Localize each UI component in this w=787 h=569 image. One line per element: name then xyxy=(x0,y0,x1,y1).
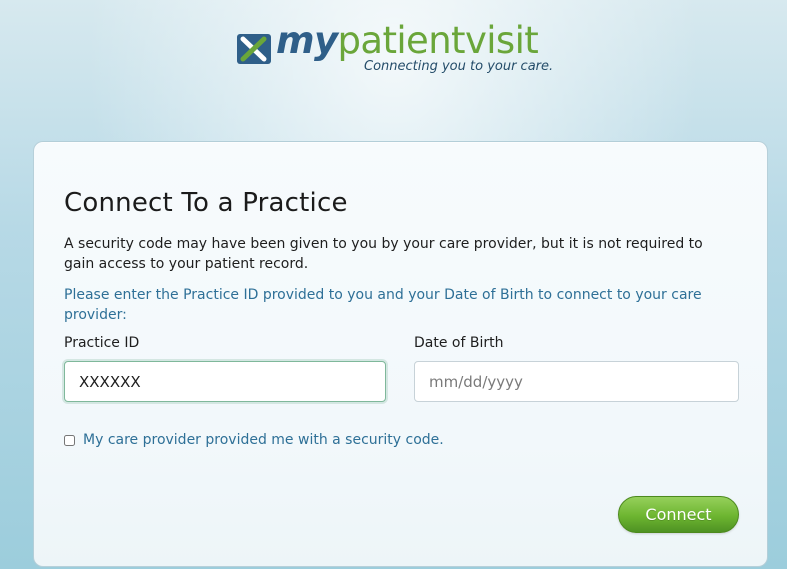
logo-text-my: my xyxy=(276,19,338,62)
logo-tagline: Connecting you to your care. xyxy=(364,59,554,74)
mypatientvisit-logo-icon xyxy=(237,34,271,64)
dob-label: Date of Birth xyxy=(414,335,504,351)
instructions: Please enter the Practice ID provided to… xyxy=(64,287,702,323)
security-note: A security code may have been given to y… xyxy=(64,236,703,272)
brand-logo: mypatientvisit Connecting you to your ca… xyxy=(236,18,576,78)
security-code-checkbox[interactable] xyxy=(64,434,75,446)
practice-id-input[interactable] xyxy=(64,361,386,402)
practice-id-label: Practice ID xyxy=(64,335,140,351)
security-code-option[interactable]: My care provider provided me with a secu… xyxy=(64,432,444,448)
security-code-label: My care provider provided me with a secu… xyxy=(83,432,444,448)
dob-input[interactable] xyxy=(414,361,739,402)
logo-text-patientvisit: patientvisit xyxy=(337,19,539,62)
page: mypatientvisit Connecting you to your ca… xyxy=(0,0,787,569)
page-title: Connect To a Practice xyxy=(64,188,348,218)
connect-button[interactable]: Connect xyxy=(618,496,739,533)
logo-wordmark: mypatientvisit xyxy=(276,19,539,62)
connect-card: Connect To a Practice A security code ma… xyxy=(33,141,768,567)
